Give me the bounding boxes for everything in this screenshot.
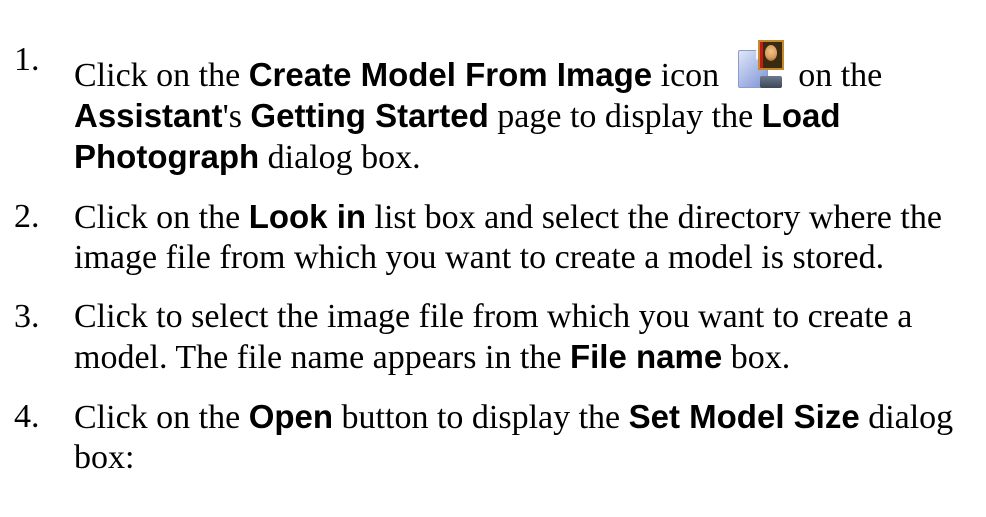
step-text: on the <box>789 57 883 94</box>
step-text: dialog box. <box>259 139 421 176</box>
ui-term-create-model-from-image: Create Model From Image <box>248 56 653 93</box>
ui-term-file-name: File name <box>569 338 723 375</box>
instructions-document: 1. Click on the Create Model From Image … <box>0 0 986 478</box>
ui-term-getting-started: Getting Started <box>250 97 489 134</box>
step-1: 1. Click on the Create Model From Image … <box>0 40 986 178</box>
ui-term-open: Open <box>248 398 334 435</box>
create-model-from-image-icon <box>734 40 784 92</box>
step-4: 4. Click on the Open button to display t… <box>0 397 986 478</box>
step-text: Click on the <box>74 199 249 236</box>
ui-term-assistant: Assistant <box>74 97 223 134</box>
step-number: 3. <box>14 298 40 335</box>
steps-list: 1. Click on the Create Model From Image … <box>0 0 986 478</box>
step-2: 2. Click on the Look in list box and sel… <box>0 197 986 278</box>
step-number: 2. <box>14 198 40 235</box>
ui-term-set-model-size: Set Model Size <box>628 398 860 435</box>
step-text: 's <box>222 98 251 135</box>
step-number: 4. <box>14 398 40 435</box>
step-text: button to display the <box>333 399 629 436</box>
step-text: Click on the <box>74 57 249 94</box>
step-text: icon <box>652 57 728 94</box>
ui-term-look-in: Look in <box>248 198 367 235</box>
step-text: box. <box>722 339 791 376</box>
step-number: 1. <box>14 41 40 78</box>
step-3: 3. Click to select the image file from w… <box>0 297 986 378</box>
step-text: page to display the <box>488 98 762 135</box>
step-text: Click on the <box>74 399 249 436</box>
